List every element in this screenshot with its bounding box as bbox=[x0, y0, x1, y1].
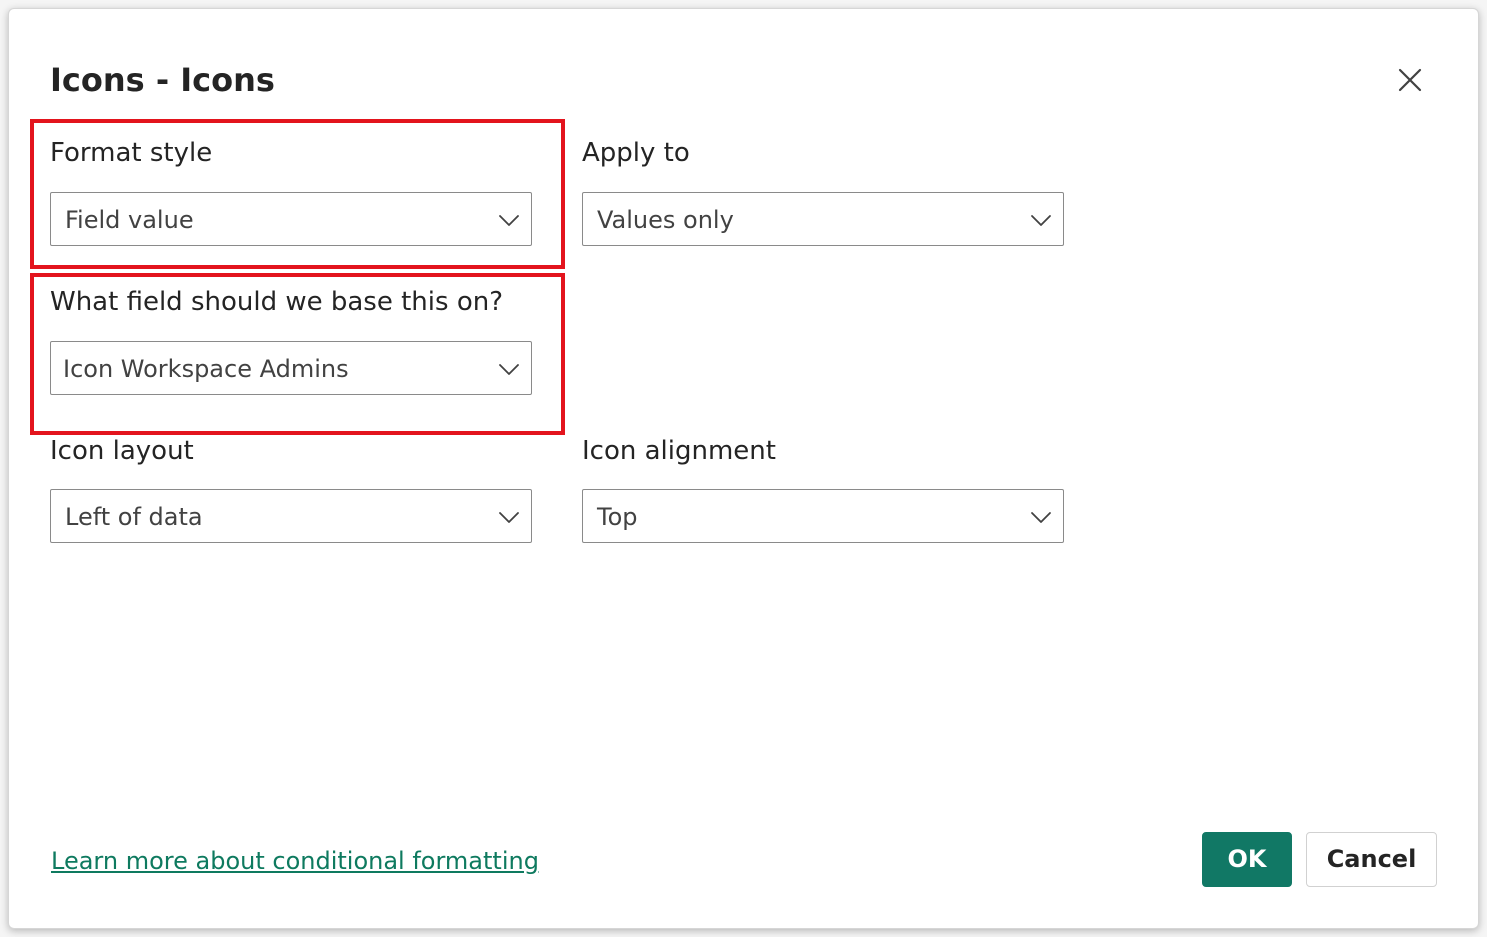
chevron-down-icon bbox=[499, 364, 519, 375]
apply-to-label: Apply to bbox=[582, 138, 690, 168]
dialog-title: Icons - Icons bbox=[50, 61, 275, 99]
learn-more-link[interactable]: Learn more about conditional formatting bbox=[51, 845, 539, 877]
apply-to-dropdown[interactable]: Values only bbox=[582, 192, 1064, 246]
format-style-value: Field value bbox=[65, 206, 194, 234]
chevron-down-icon bbox=[499, 512, 519, 523]
close-icon bbox=[1398, 68, 1422, 92]
icon-layout-label: Icon layout bbox=[50, 436, 194, 466]
icon-layout-value: Left of data bbox=[65, 503, 203, 531]
ok-button[interactable]: OK bbox=[1202, 832, 1292, 887]
chevron-down-icon bbox=[1031, 512, 1051, 523]
format-style-dropdown[interactable]: Field value bbox=[50, 192, 532, 246]
format-style-label: Format style bbox=[50, 138, 213, 168]
cancel-button[interactable]: Cancel bbox=[1306, 832, 1437, 887]
icon-alignment-value: Top bbox=[597, 503, 638, 531]
base-field-dropdown[interactable]: Icon Workspace Admins bbox=[50, 341, 532, 395]
close-button[interactable] bbox=[1393, 63, 1427, 97]
icon-alignment-dropdown[interactable]: Top bbox=[582, 489, 1064, 543]
chevron-down-icon bbox=[499, 215, 519, 226]
base-field-value: Icon Workspace Admins bbox=[63, 355, 349, 383]
icon-layout-dropdown[interactable]: Left of data bbox=[50, 489, 532, 543]
conditional-format-dialog: Icons - Icons Format style Field value A… bbox=[8, 8, 1479, 929]
icon-alignment-label: Icon alignment bbox=[582, 436, 776, 466]
chevron-down-icon bbox=[1031, 215, 1051, 226]
base-field-label: What field should we base this on? bbox=[50, 287, 504, 317]
apply-to-value: Values only bbox=[597, 206, 734, 234]
